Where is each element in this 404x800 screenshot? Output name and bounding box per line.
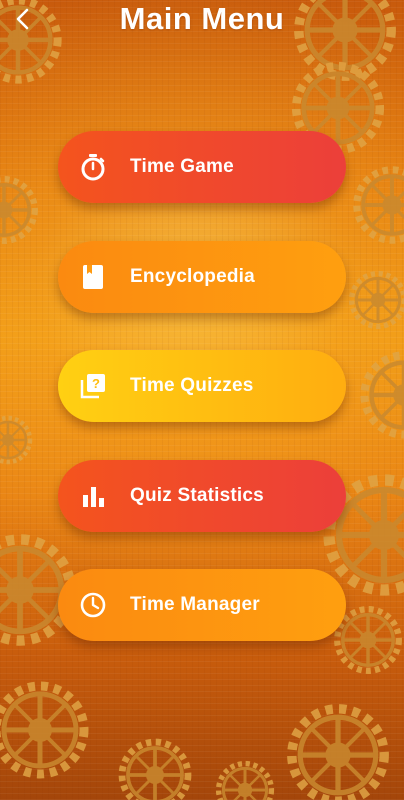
time-game-button[interactable]: Time Game: [58, 131, 346, 203]
encyclopedia-label: Encyclopedia: [130, 265, 255, 287]
main-menu-screen: Main Menu Time Game Encyclopedia ? Time …: [0, 0, 404, 800]
time-quizzes-label: Time Quizzes: [130, 375, 254, 396]
svg-text:?: ?: [92, 376, 100, 391]
main-menu: Time Game Encyclopedia ? Time Quizzes Qu…: [58, 131, 346, 679]
quiz-statistics-button[interactable]: Quiz Statistics: [58, 459, 346, 532]
time-game-label: Time Game: [130, 156, 234, 177]
time-manager-label: Time Manager: [130, 594, 260, 615]
book-icon: [78, 262, 108, 292]
time-manager-button[interactable]: Time Manager: [58, 569, 346, 641]
clock-icon: [78, 590, 108, 620]
page-title: Main Menu: [119, 1, 285, 36]
bar-chart-icon: [78, 481, 108, 511]
time-quizzes-button[interactable]: ? Time Quizzes: [58, 350, 346, 422]
stopwatch-icon: [78, 152, 108, 182]
quiz-statistics-label: Quiz Statistics: [130, 484, 264, 506]
quiz-icon: ?: [78, 371, 108, 401]
encyclopedia-button[interactable]: Encyclopedia: [58, 240, 346, 313]
app-header: Main Menu: [0, 0, 404, 40]
